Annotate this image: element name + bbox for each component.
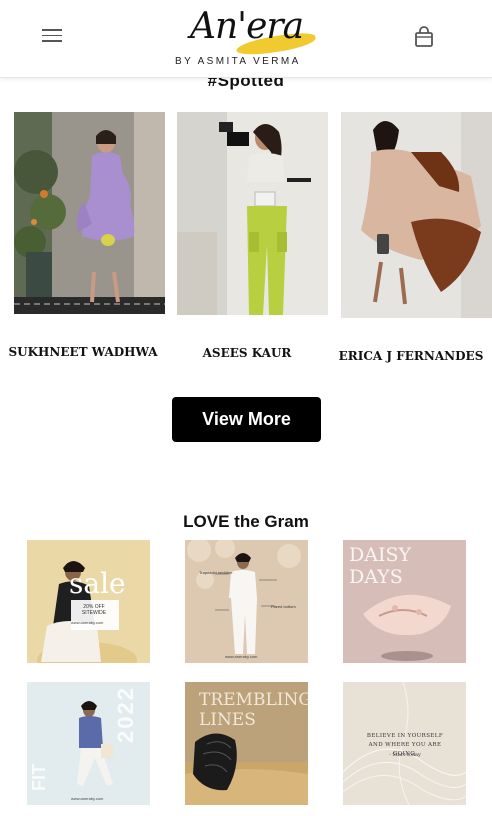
tile-quote-sub: - Start today — [389, 752, 421, 758]
tile-caption: www.aneraby.com — [71, 620, 104, 625]
spotted-name: ERICA J FERNANDES — [338, 349, 484, 363]
spotted-photo-asees[interactable] — [177, 112, 328, 315]
gram-tile-sale[interactable]: sale 20% OFF SITEWIDE www.aneraby.com — [27, 540, 150, 663]
tile-year: 2022 — [113, 686, 138, 743]
gram-tile-trembling-lines[interactable]: TREMBLING LINES — [185, 682, 308, 805]
gram-title: LOVE the Gram — [183, 512, 309, 531]
spotted-photo-erica[interactable] — [341, 112, 492, 318]
brand-name: An'era — [190, 6, 304, 47]
spotted-photo-sukhneet[interactable] — [14, 112, 165, 314]
hamburger-menu-icon[interactable] — [42, 29, 62, 45]
tile-label: Flared bottom — [271, 604, 296, 609]
tile-sale-offer: 20% OFF SITEWIDE — [81, 604, 107, 616]
shopping-bag-icon[interactable] — [414, 26, 434, 48]
brand-subtitle: BY ASMITA VERMA — [175, 56, 301, 67]
spotted-name: SUKHNEET WADHWA — [8, 345, 158, 359]
gram-tile-trapezoid[interactable]: Trapezoid neckline Flared bottom www.ane… — [185, 540, 308, 663]
tile-sale-word: sale — [69, 567, 126, 600]
gram-tile-quote[interactable]: BELIEVE IN YOURSELF AND WHERE YOU ARE GO… — [343, 682, 466, 805]
tile-headline: TREMBLING LINES — [199, 690, 308, 730]
site-header: An'era BY ASMITA VERMA — [0, 0, 492, 78]
gram-tile-daisy-days[interactable]: DAISY DAYS — [343, 540, 466, 663]
gram-tile-fit-2022[interactable]: 2022 FIT www.aneraby.com — [27, 682, 150, 805]
tile-label: Trapezoid neckline — [199, 570, 233, 575]
tile-fit-word: FIT — [29, 764, 49, 791]
tile-caption: www.aneraby.com — [71, 796, 104, 801]
spotted-name: ASEES KAUR — [202, 346, 292, 360]
view-more-button[interactable]: View More — [172, 397, 321, 442]
brand-logo[interactable]: An'era BY ASMITA VERMA — [160, 6, 330, 70]
tile-headline: DAISY DAYS — [349, 544, 412, 588]
tile-caption: www.aneraby.com — [225, 654, 258, 659]
